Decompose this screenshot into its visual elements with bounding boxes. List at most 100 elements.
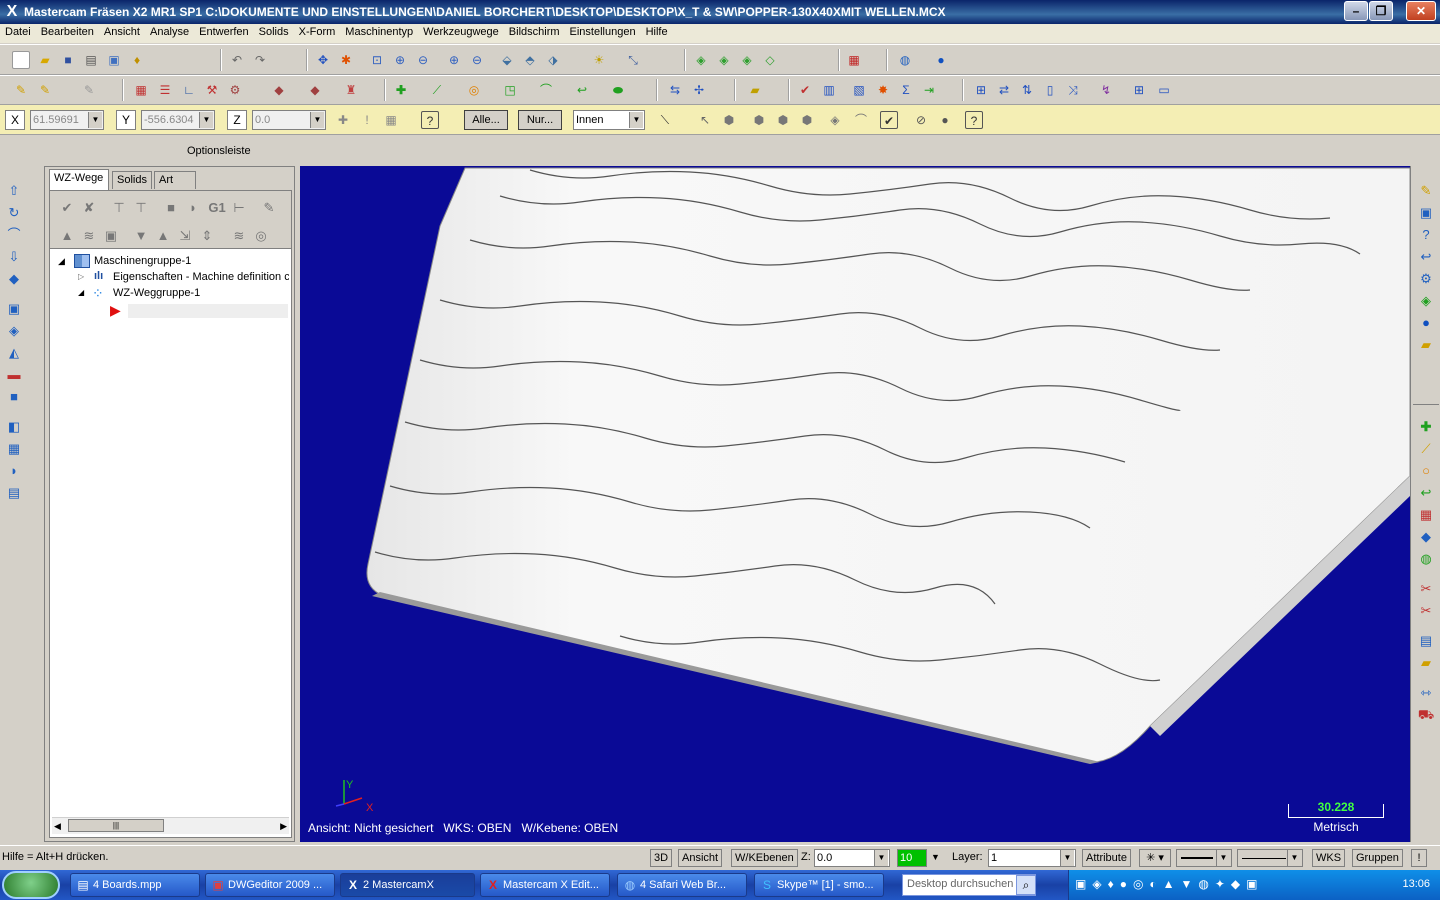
solid-box-icon[interactable]: ▦: [845, 51, 863, 69]
extrude-icon[interactable]: ◆: [5, 270, 23, 288]
zoom-window-icon[interactable]: ⊕: [391, 51, 409, 69]
print-icon[interactable]: ▤: [82, 51, 100, 69]
color-chevron-icon[interactable]: ▼: [931, 852, 940, 862]
menu-datei[interactable]: Datei: [0, 24, 36, 38]
toggle-display-icon[interactable]: ≋: [80, 227, 98, 245]
move-up-arrow-icon[interactable]: ▲: [154, 227, 172, 245]
select-all-ops-icon[interactable]: ✔: [58, 199, 76, 217]
fillet-icon[interactable]: ◳: [501, 81, 519, 99]
start-button[interactable]: [2, 871, 60, 899]
ruler-icon[interactable]: ⚒: [203, 81, 221, 99]
zoom-out-icon[interactable]: ⊖: [414, 51, 432, 69]
shade-sphere-icon[interactable]: ●: [1417, 314, 1435, 332]
line-tool-icon[interactable]: ⟋: [1417, 440, 1435, 458]
layout-icon[interactable]: ▤: [5, 484, 23, 502]
z-coord-field[interactable]: 0.0 ▼: [252, 110, 326, 130]
line-style-select[interactable]: ▼: [1237, 849, 1303, 867]
open-folder-icon[interactable]: ▰: [36, 51, 54, 69]
hidden-cube-icon[interactable]: ◈: [715, 51, 733, 69]
planes-button[interactable]: W/KEbenen: [731, 849, 798, 867]
format-painter-icon[interactable]: ♦: [128, 51, 146, 69]
nesting-icon[interactable]: ⇅: [1018, 81, 1036, 99]
title-bar[interactable]: X Mastercam Fräsen X2 MR1 SP1 C:\DOKUMEN…: [0, 0, 1440, 24]
x-coord-field[interactable]: 61.59691 ▼: [30, 110, 104, 130]
post-ops-icon[interactable]: G1: [206, 199, 228, 217]
split-icon[interactable]: ▦: [5, 440, 23, 458]
line-width-select[interactable]: ▼: [1176, 849, 1232, 867]
pencil-icon[interactable]: ✎: [12, 81, 30, 99]
expand-root-icon[interactable]: ◢: [58, 256, 65, 267]
menu-bearbeiten[interactable]: Bearbeiten: [36, 24, 99, 38]
selection-mode-select[interactable]: Innen ▼: [573, 110, 645, 130]
backplot-ops-icon[interactable]: ■: [162, 199, 180, 217]
new-file-icon[interactable]: [12, 51, 30, 69]
trim-solid-icon[interactable]: ▬: [5, 366, 23, 384]
sim-icon[interactable]: ✸: [874, 81, 892, 99]
window-icon[interactable]: ▭: [1155, 81, 1173, 99]
insert-arrow-icon[interactable]: ⇲: [176, 227, 194, 245]
move-down-icon[interactable]: ⇩: [5, 248, 23, 266]
sum-icon[interactable]: Σ: [897, 81, 915, 99]
menu-einstellungen[interactable]: Einstellungen: [565, 24, 641, 38]
chevron-down-icon[interactable]: ▼: [1287, 850, 1301, 866]
add-point-icon[interactable]: ✚: [1417, 418, 1435, 436]
screen-color-icon[interactable]: ▰: [746, 81, 764, 99]
move-down-arrow-icon[interactable]: ▼: [132, 227, 150, 245]
spline-icon[interactable]: ↩: [573, 81, 591, 99]
curve-select-icon[interactable]: ⌒: [852, 111, 870, 129]
regen-all-icon[interactable]: ⊤: [110, 199, 128, 217]
task-boards[interactable]: ▤ 4 Boards.mpp: [70, 873, 200, 897]
regen-dirty-icon[interactable]: ⊤: [132, 199, 150, 217]
task-dwgeditor[interactable]: ▣ DWGeditor 2009 ...: [205, 873, 335, 897]
repaint-icon[interactable]: ✱: [337, 51, 355, 69]
line-icon[interactable]: ⟋: [428, 81, 446, 99]
iso-cube-icon[interactable]: ◇: [761, 51, 779, 69]
expand-group-icon[interactable]: ◢: [78, 288, 84, 297]
autocursor-icon[interactable]: ▦: [382, 111, 400, 129]
redo-icon[interactable]: ↷: [251, 51, 269, 69]
macro-icon[interactable]: ↯: [1097, 81, 1115, 99]
clear-color-icon[interactable]: ▣: [1417, 204, 1435, 222]
restore-button[interactable]: ❐: [1369, 1, 1393, 21]
save-icon[interactable]: ■: [59, 51, 77, 69]
chevron-down-icon[interactable]: ▼: [629, 112, 643, 128]
x-coord-label[interactable]: X: [5, 110, 25, 130]
rotate-icon[interactable]: ↻: [5, 204, 23, 222]
dimension-icon[interactable]: ∟: [180, 81, 198, 99]
scroll-right-icon[interactable]: ▶: [280, 821, 287, 832]
undo-delete-icon[interactable]: ↩: [1417, 248, 1435, 266]
edit-icon[interactable]: ✎: [36, 81, 54, 99]
task-safari[interactable]: ◍ 4 Safari Web Br...: [617, 873, 747, 897]
help-icon[interactable]: ?: [421, 111, 439, 129]
close-button[interactable]: ✕: [1406, 1, 1436, 21]
hatch-icon[interactable]: ⚙: [226, 81, 244, 99]
scroll-to-icon[interactable]: ⇕: [198, 227, 216, 245]
highfeed-icon[interactable]: ⊢: [230, 199, 248, 217]
stock-tool-icon[interactable]: ▤: [1417, 632, 1435, 650]
tree-toolpath-group[interactable]: WZ-Weggruppe-1: [113, 287, 200, 299]
move-up-icon[interactable]: ⇧: [5, 182, 23, 200]
menu-werkzeugwege[interactable]: Werkzeugwege: [418, 24, 504, 38]
machine-icon[interactable]: ⚙: [1417, 270, 1435, 288]
tool-manager-icon[interactable]: ◎: [252, 227, 270, 245]
globe-icon[interactable]: ◍: [896, 51, 914, 69]
chevron-down-icon[interactable]: ▼: [310, 112, 324, 128]
help-select-icon[interactable]: ?: [965, 111, 983, 129]
stock-icon[interactable]: ▯: [1041, 81, 1059, 99]
verify-select-icon[interactable]: ✔: [880, 111, 898, 129]
edge-select-icon[interactable]: ⬢: [774, 111, 792, 129]
scroll-left-icon[interactable]: ◀: [54, 821, 61, 832]
insert-position-row[interactable]: [128, 304, 288, 318]
menu-entwerfen[interactable]: Entwerfen: [194, 24, 254, 38]
select-all-button[interactable]: Alle...: [464, 110, 508, 130]
solid-extrude-icon[interactable]: ◆: [270, 81, 288, 99]
unzoom-icon[interactable]: ⊖: [468, 51, 486, 69]
analyze-icon[interactable]: ⤡: [624, 51, 642, 69]
wcs-button[interactable]: WKS: [1312, 849, 1346, 867]
cube-select-icon[interactable]: ◈: [826, 111, 844, 129]
solid-cube-icon[interactable]: ■: [5, 388, 23, 406]
gview-top-icon[interactable]: ⬙: [498, 51, 516, 69]
verify-ops-icon[interactable]: ◗: [184, 199, 202, 217]
z-depth-field[interactable]: 0.0 ▼: [814, 849, 890, 867]
folder-icon[interactable]: ▰: [1417, 336, 1435, 354]
